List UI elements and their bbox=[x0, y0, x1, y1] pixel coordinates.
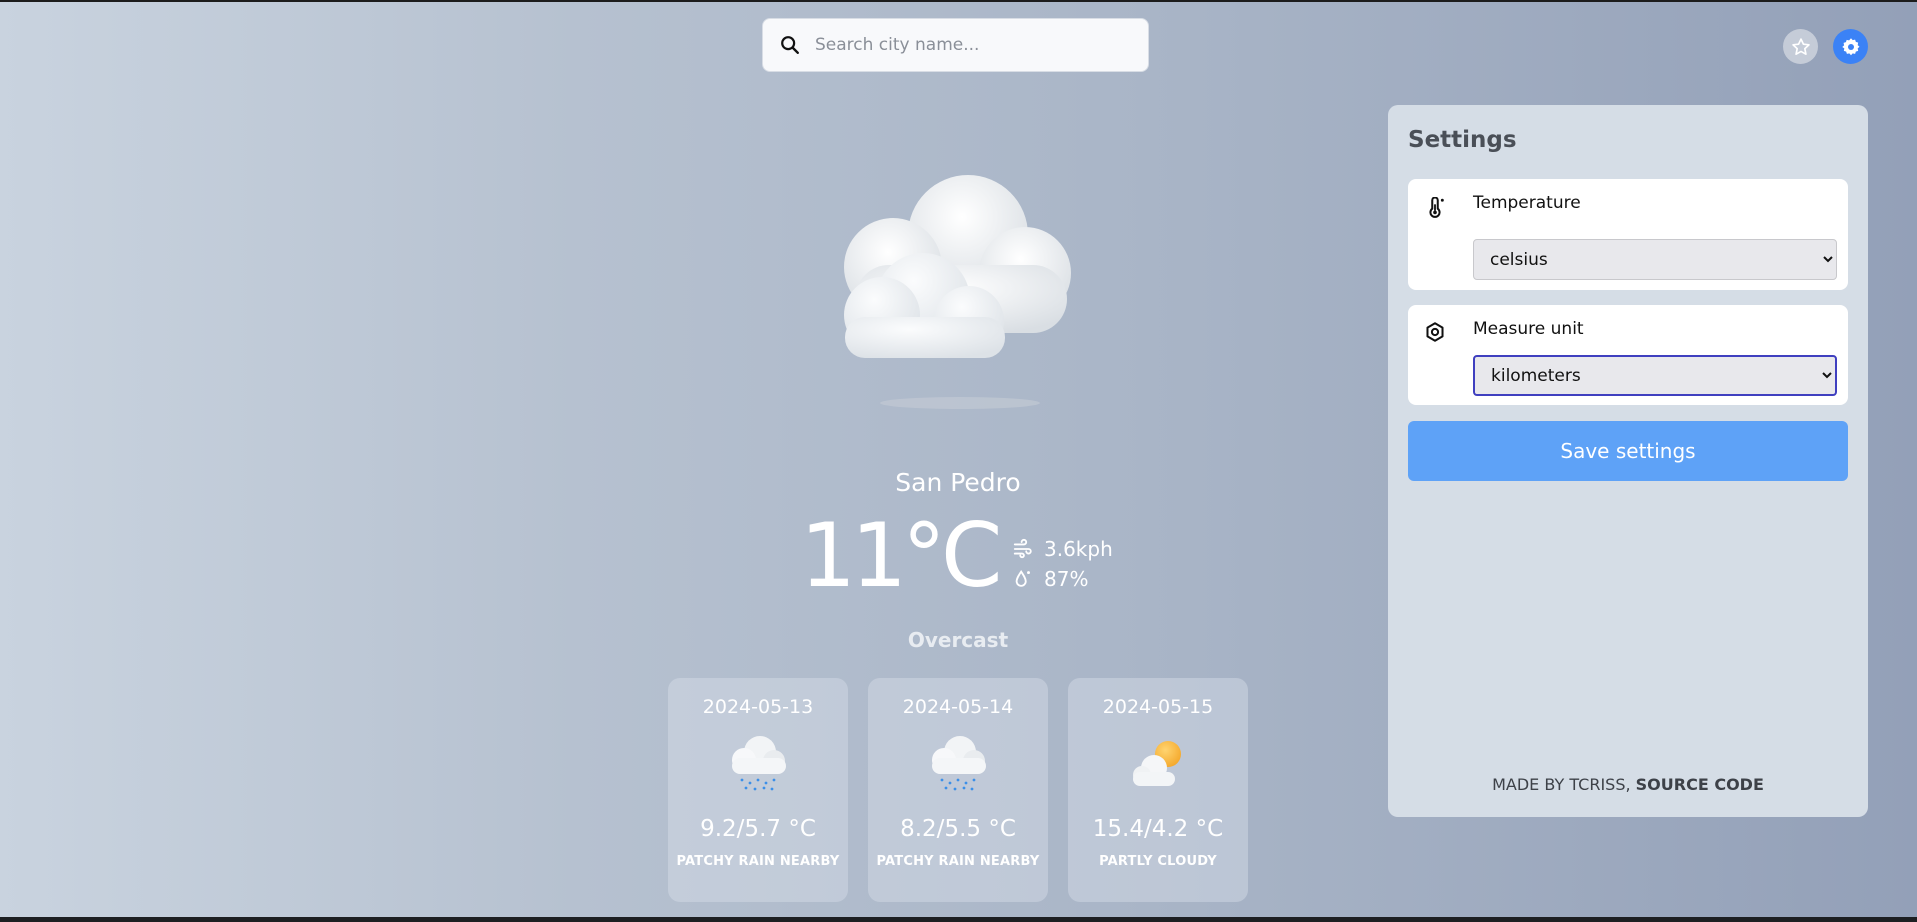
temperature-select[interactable]: celsius bbox=[1473, 239, 1837, 280]
measure-unit-label: Measure unit bbox=[1473, 319, 1584, 339]
thermometer-icon bbox=[1429, 197, 1444, 218]
current-temperature: 11°C bbox=[800, 504, 1002, 607]
search-icon bbox=[781, 36, 799, 54]
gear-icon bbox=[1841, 37, 1859, 55]
weather-app: San Pedro 11°C 3.6kph 87% Overcast 2024-… bbox=[0, 0, 1917, 917]
city-name: San Pedro bbox=[895, 468, 1021, 497]
forecast-condition: PARTLY CLOUDY bbox=[1099, 854, 1217, 869]
rain-cloud-icon bbox=[932, 736, 986, 791]
save-settings-button[interactable]: Save settings bbox=[1408, 421, 1848, 481]
humidity-row: 87% bbox=[1012, 564, 1113, 594]
forecast-range: 9.2/5.7 °C bbox=[700, 816, 816, 842]
wind-row: 3.6kph bbox=[1012, 534, 1113, 564]
forecast-card[interactable]: 2024-05-13 9.2/5.7 °C PATCHY RAIN NEARBY bbox=[668, 678, 848, 902]
source-code-link[interactable]: SOURCE CODE bbox=[1636, 775, 1764, 794]
temperature-setting: Temperature celsius bbox=[1408, 179, 1848, 290]
wind-speed: 3.6kph bbox=[1044, 537, 1113, 561]
hexagon-nut-icon bbox=[1426, 322, 1444, 342]
footer-credits: MADE BY TCRISS, SOURCE CODE bbox=[1388, 775, 1868, 794]
star-icon bbox=[1791, 37, 1810, 55]
forecast-date: 2024-05-15 bbox=[1102, 696, 1214, 718]
forecast-card[interactable]: 2024-05-15 15.4/4.2 °C PARTLY CLOUDY bbox=[1068, 678, 1248, 902]
settings-button[interactable] bbox=[1833, 29, 1868, 64]
forecast-list: 2024-05-13 9.2/5.7 °C PATCHY RAIN NEARBY… bbox=[668, 678, 1248, 902]
forecast-card[interactable]: 2024-05-14 8.2/5.5 °C PATCHY RAIN NEARBY bbox=[868, 678, 1048, 902]
forecast-range: 15.4/4.2 °C bbox=[1092, 816, 1224, 842]
wind-icon bbox=[1013, 538, 1032, 559]
temperature-label: Temperature bbox=[1473, 193, 1581, 213]
overcast-cloud-icon bbox=[844, 175, 1071, 409]
forecast-range: 8.2/5.5 °C bbox=[900, 816, 1016, 842]
weather-details: 3.6kph 87% bbox=[1012, 534, 1113, 594]
forecast-condition: PATCHY RAIN NEARBY bbox=[676, 854, 840, 869]
forecast-condition: PATCHY RAIN NEARBY bbox=[876, 854, 1040, 869]
forecast-date: 2024-05-14 bbox=[902, 696, 1014, 718]
humidity-value: 87% bbox=[1044, 567, 1089, 591]
forecast-date: 2024-05-13 bbox=[702, 696, 814, 718]
droplet-icon bbox=[1015, 570, 1030, 587]
partly-cloudy-icon bbox=[1133, 741, 1181, 786]
footer-author: MADE BY TCRISS, bbox=[1492, 775, 1636, 794]
favorites-button[interactable] bbox=[1783, 29, 1818, 64]
taskbar-strip bbox=[0, 917, 1917, 922]
measure-unit-setting: Measure unit kilometers bbox=[1408, 305, 1848, 405]
current-condition: Overcast bbox=[907, 628, 1009, 652]
search-bar[interactable] bbox=[762, 18, 1149, 72]
rain-cloud-icon bbox=[732, 736, 786, 791]
settings-panel: Settings Temperature celsius Measure uni… bbox=[1388, 105, 1868, 817]
search-input[interactable] bbox=[815, 35, 1115, 55]
settings-title: Settings bbox=[1408, 127, 1517, 153]
measure-unit-select[interactable]: kilometers bbox=[1473, 355, 1837, 396]
